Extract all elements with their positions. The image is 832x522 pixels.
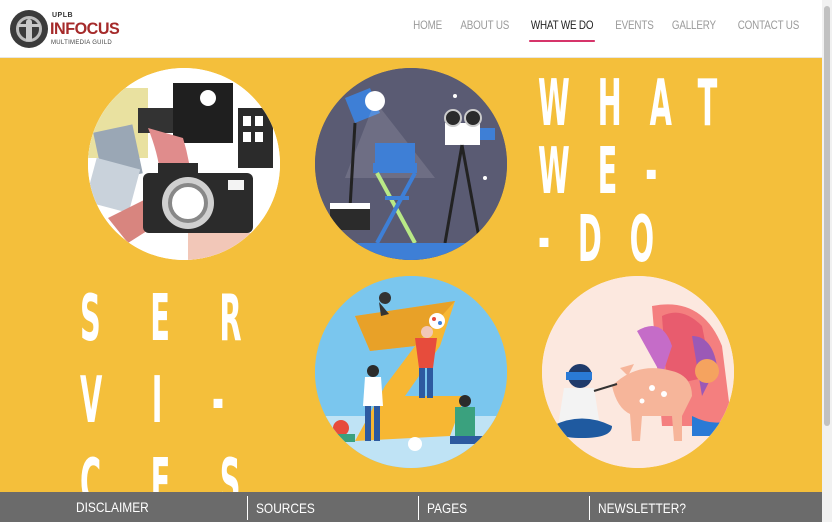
page-scrollbar[interactable] bbox=[822, 0, 832, 522]
site-logo[interactable]: UPLB INFOCUS MULTIMEDIA GUILD bbox=[10, 10, 120, 50]
logo-name: INFOCUS bbox=[50, 19, 120, 38]
illustration-art-illustration[interactable] bbox=[542, 276, 734, 468]
footer-newsletter[interactable]: NEWSLETTER? bbox=[589, 496, 701, 520]
site-header: UPLB INFOCUS MULTIMEDIA GUILD HOME ABOUT… bbox=[0, 0, 822, 58]
graphic-design-illustration[interactable] bbox=[315, 276, 507, 468]
footer-disclaimer[interactable]: DISCLAIMER bbox=[68, 492, 162, 522]
services-headline: SER VI- CES bbox=[80, 282, 292, 492]
services-section: WHAT WE- -DO SER VI- CES bbox=[0, 58, 822, 492]
footer-pages[interactable]: PAGES bbox=[418, 496, 474, 520]
logo-top-text: UPLB bbox=[52, 12, 74, 19]
nav-contact-us[interactable]: CONTACT US bbox=[738, 18, 800, 40]
nav-events[interactable]: EVENTS bbox=[615, 18, 654, 40]
scrollbar-thumb[interactable] bbox=[824, 6, 830, 426]
film-production-illustration[interactable] bbox=[315, 68, 507, 260]
logo-emblem-icon bbox=[10, 10, 48, 48]
photography-illustration[interactable] bbox=[88, 68, 280, 260]
site-footer: DISCLAIMER SOURCES PAGES NEWSLETTER? bbox=[0, 492, 822, 522]
nav-what-we-do[interactable]: WHAT WE DO bbox=[529, 18, 596, 42]
what-we-do-headline: WHAT WE- -DO bbox=[538, 67, 746, 277]
main-nav: HOME ABOUT US WHAT WE DO EVENTS GALLERY … bbox=[410, 18, 806, 42]
nav-home[interactable]: HOME bbox=[413, 18, 442, 40]
nav-gallery[interactable]: GALLERY bbox=[672, 18, 716, 40]
logo-subtitle: MULTIMEDIA GUILD bbox=[51, 40, 113, 46]
nav-about-us[interactable]: ABOUT US bbox=[460, 18, 509, 40]
footer-sources[interactable]: SOURCES bbox=[247, 496, 325, 520]
